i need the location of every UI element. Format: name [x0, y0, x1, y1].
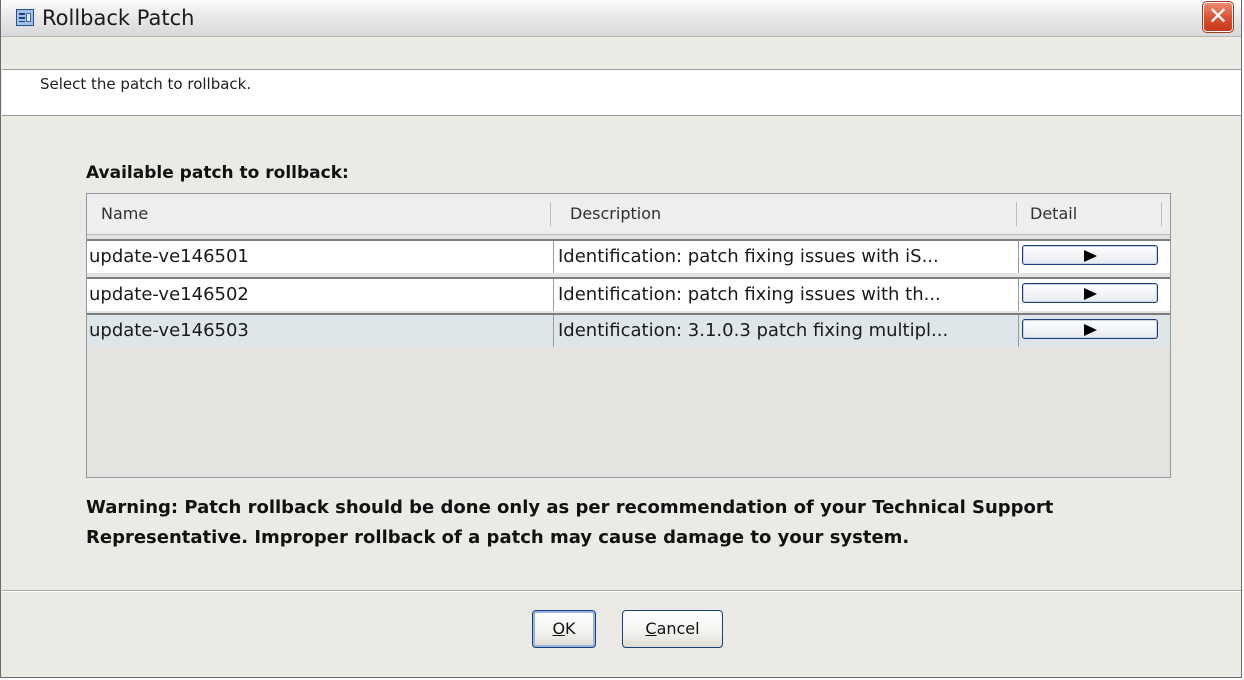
app-window-icon [16, 9, 34, 26]
detail-button[interactable] [1022, 283, 1158, 303]
column-header-name[interactable]: Name [101, 194, 148, 234]
patch-table: Name Description Detail update-ve146501 … [86, 193, 1171, 478]
window-title: Rollback Patch [42, 6, 195, 30]
column-header-description[interactable]: Description [570, 194, 661, 234]
footer-divider [2, 590, 1241, 592]
warning-message: Warning: Patch rollback should be done o… [86, 493, 1206, 553]
table-row[interactable]: update-ve146501 Identification: patch fi… [87, 239, 1170, 273]
rollback-patch-dialog: Rollback Patch ✕ Select the patch to rol… [0, 0, 1242, 678]
patch-name-cell: update-ve146503 [89, 320, 249, 341]
detail-button[interactable] [1022, 245, 1158, 265]
table-header: Name Description Detail [87, 194, 1170, 235]
column-separator [1016, 202, 1017, 226]
play-arrow-icon [1084, 324, 1097, 336]
patch-description-cell: Identification: 3.1.0.3 patch fixing mul… [558, 320, 949, 341]
warning-line: Representative. Improper rollback of a p… [86, 527, 910, 548]
column-separator [550, 202, 551, 226]
patch-list-label: Available patch to rollback: [86, 163, 349, 183]
detail-button[interactable] [1022, 319, 1158, 339]
column-separator [1161, 202, 1162, 226]
ok-button[interactable]: OK [532, 610, 596, 648]
patch-description-cell: Identification: patch fixing issues with… [558, 284, 941, 305]
patch-name-cell: update-ve146501 [89, 246, 249, 267]
cancel-button[interactable]: Cancel [622, 610, 723, 648]
warning-line: Warning: Patch rollback should be done o… [86, 497, 1054, 518]
patch-name-cell: update-ve146502 [89, 284, 249, 305]
title-bar[interactable]: Rollback Patch ✕ [1, 0, 1241, 37]
patch-description-cell: Identification: patch fixing issues with… [558, 246, 939, 267]
close-icon[interactable]: ✕ [1202, 1, 1234, 33]
play-arrow-icon [1084, 288, 1097, 300]
column-header-detail[interactable]: Detail [1030, 194, 1077, 234]
instruction-text: Select the patch to rollback. [40, 75, 252, 93]
table-row[interactable]: update-ve146502 Identification: patch fi… [87, 277, 1170, 311]
play-arrow-icon [1084, 250, 1097, 262]
instruction-banner: Select the patch to rollback. [2, 69, 1241, 116]
table-row[interactable]: update-ve146503 Identification: 3.1.0.3 … [87, 313, 1170, 347]
